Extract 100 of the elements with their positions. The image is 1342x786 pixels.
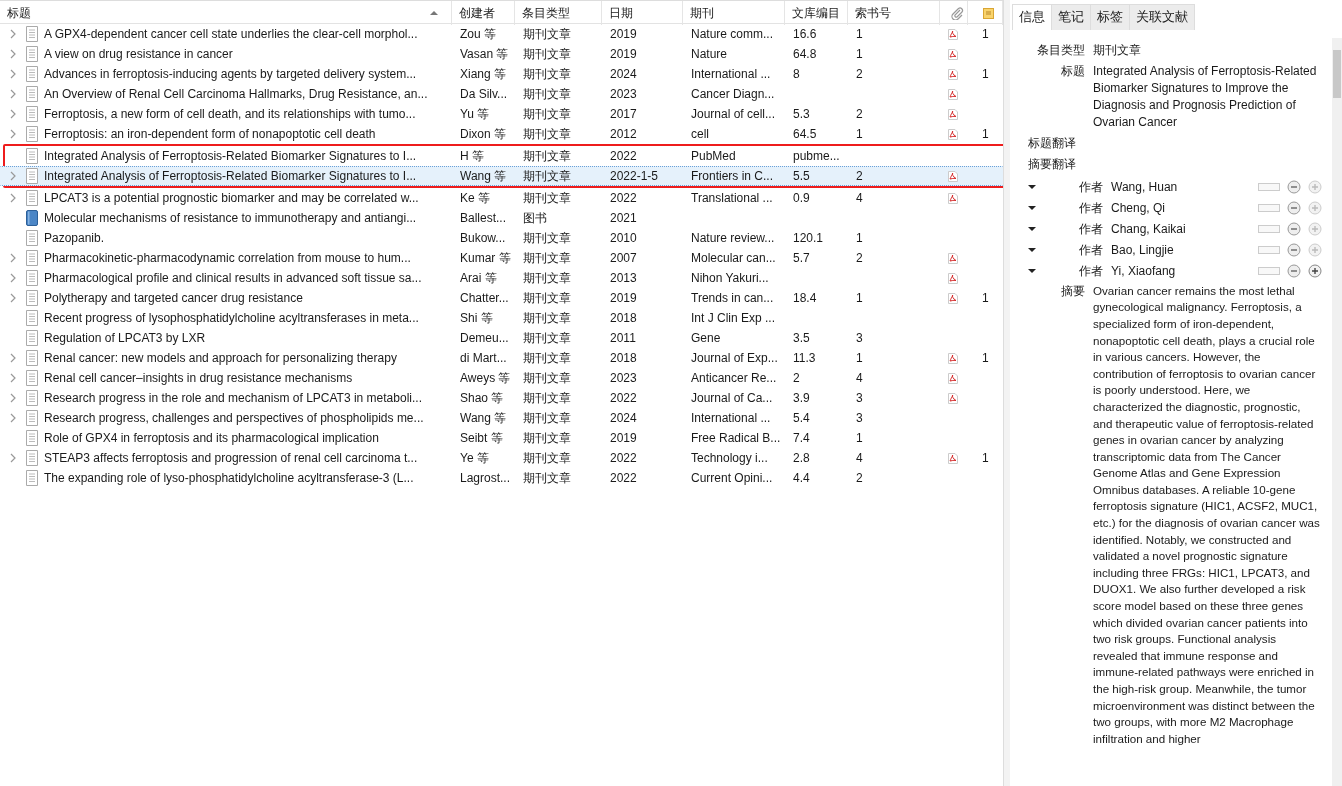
table-cell: Lagrost... [460,471,511,485]
field-value[interactable]: Integrated Analysis of Ferroptosis-Related Biomarker Signatures to Improve the Diagnosis and Prognosis Prediction of Ovarian Cancer [1093,62,1322,131]
table-cell: 64.8 [793,47,817,61]
item-row[interactable]: A GPX4-dependent cancer cell state underlies the clear-cell morphol... Zou 等 期刊文章 2019 Nature comm... 16.6 1 1 [0,24,1003,44]
abstract-text[interactable]: Ovarian cancer remains the most lethal gynecological malignancy. Ferroptosis, a specialized form of iron-dependent, nonapoptotic cell death, plays a crucial role in various cancers. However, the contribution of ferroptosis to ovarian cancer is poorly understood. Here, we characterized the diagnostic, prognostic, and therapeutic value of ferroptosis-related genes in ovarian cancer by analyzing transcriptomic data from The Cancer Genome Atlas and Gene Expression Omnibus databases. A reliable 10-gene ferroptosis signature (HIC1, ACSF2, MUC1, etc.) for the diagnosis of ovarian cancer was identified. Notably, we constructed and validated a novel prognostic signature including three FRGs: HIC1, LPCAT3, and DUOX1. We also further developed a risk score model based on these three genes which divided ovarian cancer patients into two risk groups. Functional analysis revealed that immune response and immune-related pathways were enriched in the high-risk group. Meanwhile, the tumor microenvironment was distinct between the two groups, with more M2 Macrophage infiltration and higher [1093,282,1322,748]
table-cell: 2022 [610,191,637,205]
table-cell: pubme... [793,149,840,163]
item-row[interactable]: Recent progress of lysophosphatidylcholine acyltransferases in meta... Shi 等 期刊文章 2018 Int J Clin Exp ... [0,308,1003,328]
table-cell: 2019 [610,47,637,61]
item-row[interactable]: Ferroptosis, a new form of cell death, and its relationships with tumo... Yu 等 期刊文章 2017 Journal of cell... 5.3 2 [0,104,1003,124]
tab[interactable]: 标签 [1090,4,1130,30]
item-row[interactable]: The expanding role of lyso-phosphatidylcholine acyltransferase-3 (L... Lagrost... 期刊文章 2022 Current Opini... 4.4 2 [0,468,1003,488]
tab[interactable]: 笔记 [1051,4,1091,30]
table-cell: 1 [856,127,863,141]
creator-name[interactable]: Cheng, Qi [1111,199,1250,218]
table-cell: 2.8 [793,451,810,465]
item-row[interactable]: STEAP3 affects ferroptosis and progression of renal cell carcinoma t... Ye 等 期刊文章 2022 Technology i... 2.8 4 1 [0,448,1003,468]
table-cell: 4 [856,191,863,205]
item-row[interactable]: Molecular mechanisms of resistance to immunotherapy and antiangi... Ballest... 图书 2021 [0,208,1003,228]
table-cell: 期刊文章 [523,351,571,365]
table-cell: 期刊文章 [523,67,571,81]
dropdown-arrow-icon [1028,227,1036,232]
table-cell-text: Recent progress of lysophosphatidylcholine acyltransferases in meta... [44,310,419,327]
column-header[interactable]: 条目类型 [522,4,570,22]
creator-name[interactable]: Bao, Lingjie [1111,241,1250,260]
table-cell: Translational ... [691,191,773,205]
table-cell-text: Role of GPX4 in ferroptosis and its pharmacological implication [44,430,379,447]
column-header[interactable]: 索书号 [855,4,891,22]
table-cell: 期刊文章 [523,191,571,205]
table-cell: Trends in can... [691,291,774,305]
column-header[interactable]: 日期 [609,4,633,22]
name-format-field[interactable] [1258,183,1280,192]
pane-splitter[interactable] [1003,0,1010,786]
item-row[interactable]: Polytherapy and targeted cancer drug resistance Chatter... 期刊文章 2019 Trends in can... 18.4 1 1 [0,288,1003,308]
name-format-field[interactable] [1258,225,1280,234]
item-row[interactable]: Pharmacokinetic-pharmacodynamic correlation from mouse to hum... Kumar 等 期刊文章 2007 Molecular can... 5.7 2 [0,248,1003,268]
table-cell: Wang 等 [460,169,507,183]
selected-row[interactable]: Integrated Analysis of Ferroptosis-Related Biomarker Signatures to I... Wang 等 期刊文章 2022-1-5 Frontiers in C... 5.5 2 [0,166,1003,186]
item-row[interactable]: Research progress, challenges and perspectives of phospholipids me... Wang 等 期刊文章 2024 International ... 5.4 3 [0,408,1003,428]
minus-button[interactable] [1287,222,1301,237]
item-row[interactable]: Research progress in the role and mechanism of LPCAT3 in metaboli... Shao 等 期刊文章 2022 Journal of Ca... 3.9 3 [0,388,1003,408]
item-row[interactable]: Renal cancer: new models and approach for personalizing therapy di Mart... 期刊文章 2018 Journal of Exp... 11.3 1 1 [0,348,1003,368]
name-format-field[interactable] [1258,204,1280,213]
note-count: 1 [982,351,989,365]
minus-button[interactable] [1287,180,1301,195]
note-count: 1 [982,127,989,141]
item-row[interactable]: Renal cell cancer–insights in drug resistance mechanisms Aweys 等 期刊文章 2023 Anticancer Re... 2 4 [0,368,1003,388]
table-cell: International ... [691,67,771,81]
table-cell: 2017 [610,107,637,121]
column-header[interactable]: 期刊 [690,4,714,22]
table-cell: Yu 等 [460,107,490,121]
item-row[interactable]: Integrated Analysis of Ferroptosis-Related Biomarker Signatures to I... H 等 期刊文章 2022 PubMed pubme... [0,146,1003,166]
table-cell: 图书 [523,211,547,225]
table-cell: Da Silv... [460,87,508,101]
minus-button[interactable] [1287,201,1301,216]
item-row[interactable]: LPCAT3 is a potential prognostic biomarker and may be correlated w... Ke 等 期刊文章 2022 Translational ... 0.9 4 [0,188,1003,208]
table-cell-text: Pazopanib. [44,230,105,247]
field-label: 条目类型 [1036,41,1085,59]
item-row[interactable]: Pharmacological profile and clinical results in advanced soft tissue sa... Arai 等 期刊文章 2013 Nihon Yakuri... [0,268,1003,288]
tab[interactable]: 信息 [1012,4,1052,30]
table-cell-text: An Overview of Renal Cell Carcinoma Hallmarks, Drug Resistance, an... [44,86,428,103]
creator-name[interactable]: Chang, Kaikai [1111,220,1250,239]
item-row[interactable]: Role of GPX4 in ferroptosis and its pharmacological implication Seibt 等 期刊文章 2019 Free Radical B... 7.4 1 [0,428,1003,448]
creator-name[interactable]: Wang, Huan [1111,178,1250,197]
field-label: 标题 [1060,62,1085,80]
item-row[interactable]: Regulation of LPCAT3 by LXR Demeu... 期刊文章 2011 Gene 3.5 3 [0,328,1003,348]
table-cell: Shao 等 [460,391,504,405]
note-count: 1 [982,67,989,81]
table-cell: Dixon 等 [460,127,506,141]
scrollbar[interactable] [1332,38,1342,786]
tab[interactable]: 关联文献 [1129,4,1195,30]
table-cell: 2011 [610,331,636,345]
item-row[interactable]: Ferroptosis: an iron-dependent form of nonapoptotic cell death Dixon 等 期刊文章 2012 cell 64.5 1 1 [0,124,1003,144]
item-row[interactable]: Pazopanib. Bukow... 期刊文章 2010 Nature review... 120.1 1 [0,228,1003,248]
field-label: 标题翻译 [1028,135,1076,150]
minus-button[interactable] [1287,264,1301,279]
table-cell-text: Integrated Analysis of Ferroptosis-Related Biomarker Signatures to I... [44,148,417,165]
table-cell: 2024 [610,411,637,425]
name-format-field[interactable] [1258,267,1280,276]
plus-button[interactable] [1308,264,1322,279]
table-cell: Arai 等 [460,271,497,285]
column-header[interactable]: 标题 [7,4,31,22]
item-row[interactable]: A view on drug resistance in cancer Vasan 等 期刊文章 2019 Nature 64.8 1 [0,44,1003,64]
table-cell: 2013 [610,271,637,285]
column-header[interactable]: 文库编目 [792,4,840,22]
table-cell: 2 [793,371,800,385]
item-row[interactable]: An Overview of Renal Cell Carcinoma Hallmarks, Drug Resistance, an... Da Silv... 期刊文章 2023 Cancer Diagn... [0,84,1003,104]
table-cell-text: Advances in ferroptosis-inducing agents by targeted delivery system... [44,66,417,83]
column-header[interactable]: 创建者 [459,4,495,22]
table-cell: 2023 [610,87,637,101]
table-cell: 期刊文章 [523,271,571,285]
field-value[interactable]: 期刊文章 [1093,41,1322,59]
minus-button[interactable] [1287,243,1301,258]
item-row[interactable]: Advances in ferroptosis-inducing agents by targeted delivery system... Xiang 等 期刊文章 2024 International ... 8 2 1 [0,64,1003,84]
table-cell-text: Renal cell cancer–insights in drug resistance mechanisms [44,370,353,387]
creator-name[interactable]: Yi, Xiaofang [1111,262,1250,281]
table-cell-text: Renal cancer: new models and approach for personalizing therapy [44,350,397,367]
name-format-field[interactable] [1258,246,1280,255]
table-cell: Current Opini... [691,471,773,485]
table-cell: 5.3 [793,107,810,121]
